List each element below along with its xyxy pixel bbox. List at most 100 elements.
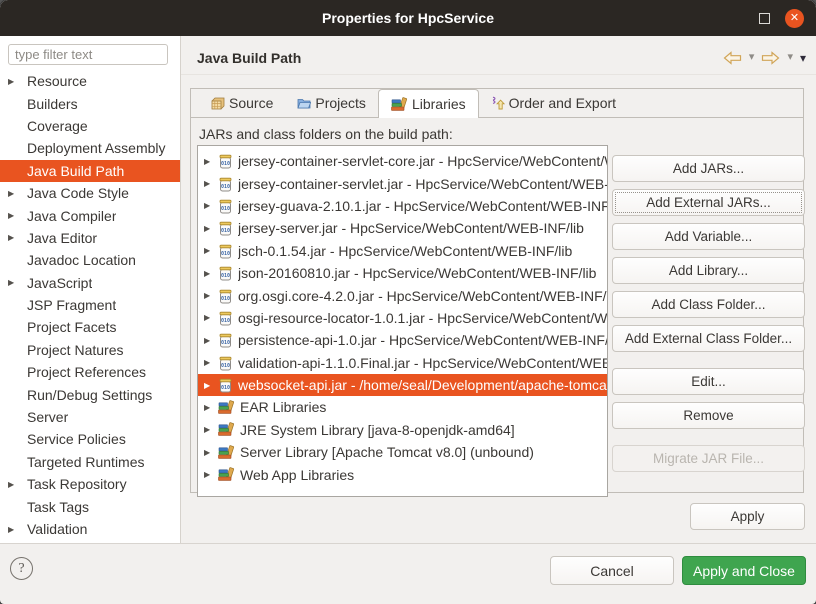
- side-button-column: Add JARs... Add External JARs... Add Varia…: [612, 155, 805, 479]
- apply-button[interactable]: Apply: [690, 503, 805, 530]
- jar-list-row[interactable]: ▶ Server Library [Apache Tomcat v8.0] (u…: [198, 441, 607, 463]
- jar-list-row[interactable]: ▶ EAR Libraries: [198, 396, 607, 418]
- forward-history-caret-icon[interactable]: ▾: [787, 52, 793, 63]
- filter-input[interactable]: [8, 44, 168, 65]
- sidebar-item-label: Server: [27, 409, 68, 425]
- expander-icon[interactable]: ▶: [204, 425, 218, 434]
- expander-icon[interactable]: ▶: [204, 291, 218, 300]
- forward-arrow-icon[interactable]: [761, 51, 780, 65]
- sidebar-item-java-compiler[interactable]: ▶ Java Compiler: [0, 204, 180, 226]
- migrate-jar-file-button[interactable]: Migrate JAR File...: [612, 445, 805, 472]
- sidebar-item-javadoc-location[interactable]: ▶ Javadoc Location: [0, 249, 180, 271]
- sidebar-item-project-references[interactable]: ▶ Project References: [0, 361, 180, 383]
- jar-list-row[interactable]: ▶ 010 jersey-container-servlet-core.jar …: [198, 150, 607, 172]
- expander-icon[interactable]: ▶: [8, 233, 27, 242]
- sidebar-item-project-facets[interactable]: ▶ Project Facets: [0, 316, 180, 338]
- tab-projects[interactable]: Projects: [285, 89, 378, 117]
- back-history-caret-icon[interactable]: ▾: [749, 52, 755, 63]
- jar-icon: 010: [218, 265, 233, 281]
- expander-icon[interactable]: ▶: [8, 525, 27, 534]
- jar-list-row[interactable]: ▶ 010 jersey-guava-2.10.1.jar - HpcServi…: [198, 195, 607, 217]
- edit-button[interactable]: Edit...: [612, 368, 805, 395]
- sidebar-item-task-repository[interactable]: ▶ Task Repository: [0, 473, 180, 495]
- add-jars-button[interactable]: Add JARs...: [612, 155, 805, 182]
- jar-list-row[interactable]: ▶ 010 websocket-api.jar - /home/seal/Dev…: [198, 374, 607, 396]
- expander-icon[interactable]: ▶: [8, 189, 27, 198]
- expander-icon[interactable]: ▶: [8, 211, 27, 220]
- sidebar-item-java-build-path[interactable]: ▶ Java Build Path: [0, 160, 180, 182]
- jar-list-row[interactable]: ▶ 010 persistence-api-1.0.jar - HpcServi…: [198, 329, 607, 351]
- add-class-folder-button[interactable]: Add Class Folder...: [612, 291, 805, 318]
- help-icon[interactable]: ?: [10, 557, 33, 580]
- sidebar-item-deployment-assembly[interactable]: ▶ Deployment Assembly: [0, 137, 180, 159]
- add-variable-button[interactable]: Add Variable...: [612, 223, 805, 250]
- jar-list-row[interactable]: ▶ 010 jersey-container-servlet.jar - Hpc…: [198, 172, 607, 194]
- expander-icon[interactable]: ▶: [204, 336, 218, 345]
- expander-icon[interactable]: ▶: [204, 269, 218, 278]
- apply-and-close-button[interactable]: Apply and Close: [682, 556, 806, 585]
- jar-list-row[interactable]: ▶ 010 jsch-0.1.54.jar - HpcService/WebCo…: [198, 240, 607, 262]
- sidebar-item-coverage[interactable]: ▶ Coverage: [0, 115, 180, 137]
- expander-icon[interactable]: ▶: [204, 470, 218, 479]
- expander-icon[interactable]: ▶: [204, 381, 218, 390]
- sidebar-item-label: Java Editor: [27, 230, 97, 246]
- jar-list[interactable]: ▶ 010 jersey-container-servlet-core.jar …: [197, 145, 608, 497]
- expander-icon[interactable]: ▶: [204, 201, 218, 210]
- close-icon[interactable]: ✕: [785, 9, 804, 28]
- jar-list-row[interactable]: ▶ 010 json-20160810.jar - HpcService/Web…: [198, 262, 607, 284]
- window-title: Properties for HpcService: [322, 10, 494, 26]
- sidebar-item-server[interactable]: ▶ Server: [0, 406, 180, 428]
- sidebar-item-resource[interactable]: ▶ Resource: [0, 70, 180, 92]
- tab-source[interactable]: Source: [199, 89, 285, 117]
- sidebar-item-targeted-runtimes[interactable]: ▶ Targeted Runtimes: [0, 451, 180, 473]
- page-title: Java Build Path: [197, 50, 301, 66]
- maximize-icon[interactable]: [759, 13, 770, 24]
- sidebar-item-validation[interactable]: ▶ Validation: [0, 518, 180, 540]
- jar-list-row[interactable]: ▶ 010 jersey-server.jar - HpcService/Web…: [198, 217, 607, 239]
- jar-list-row[interactable]: ▶ JRE System Library [java-8-openjdk-amd…: [198, 419, 607, 441]
- sidebar-item-java-code-style[interactable]: ▶ Java Code Style: [0, 182, 180, 204]
- expander-icon[interactable]: ▶: [204, 358, 218, 367]
- jar-list-row[interactable]: ▶ 010 org.osgi.core-4.2.0.jar - HpcServi…: [198, 284, 607, 306]
- expander-icon[interactable]: ▶: [204, 403, 218, 412]
- expander-icon[interactable]: ▶: [204, 157, 218, 166]
- library-icon: [218, 400, 235, 415]
- tab-label: Projects: [315, 95, 366, 111]
- expander-icon[interactable]: ▶: [204, 246, 218, 255]
- jar-list-row[interactable]: ▶ Web App Libraries: [198, 463, 607, 485]
- expander-icon[interactable]: ▶: [204, 448, 218, 457]
- header-separator: [181, 74, 816, 75]
- jar-entry-label: validation-api-1.1.0.Final.jar - HpcServ…: [238, 355, 607, 371]
- jar-entry-label: osgi-resource-locator-1.0.1.jar - HpcSer…: [238, 310, 607, 326]
- tab-order-and-export[interactable]: Order and Export: [479, 89, 628, 117]
- expander-icon[interactable]: ▶: [8, 480, 27, 489]
- back-arrow-icon[interactable]: [723, 51, 742, 65]
- sidebar-item-label: Javadoc Location: [27, 252, 136, 268]
- sidebar-item-java-editor[interactable]: ▶ Java Editor: [0, 227, 180, 249]
- expander-icon[interactable]: ▶: [204, 313, 218, 322]
- sidebar-item-run-debug-settings[interactable]: ▶ Run/Debug Settings: [0, 383, 180, 405]
- tab-libraries[interactable]: Libraries: [378, 89, 479, 118]
- cancel-button[interactable]: Cancel: [550, 556, 674, 585]
- expander-icon[interactable]: ▶: [8, 77, 27, 86]
- add-external-class-folder-button[interactable]: Add External Class Folder...: [612, 325, 805, 352]
- expander-icon[interactable]: ▶: [8, 278, 27, 287]
- sidebar-item-project-natures[interactable]: ▶ Project Natures: [0, 339, 180, 361]
- sidebar-item-task-tags[interactable]: ▶ Task Tags: [0, 495, 180, 517]
- sidebar-item-service-policies[interactable]: ▶ Service Policies: [0, 428, 180, 450]
- add-external-jars-button[interactable]: Add External JARs...: [612, 189, 805, 216]
- sidebar-item-builders[interactable]: ▶ Builders: [0, 92, 180, 114]
- jar-list-row[interactable]: ▶ 010 validation-api-1.1.0.Final.jar - H…: [198, 352, 607, 374]
- add-library-button[interactable]: Add Library...: [612, 257, 805, 284]
- view-menu-caret-icon[interactable]: ▾: [800, 52, 806, 64]
- svg-text:010: 010: [221, 318, 230, 324]
- sidebar-item-jsp-fragment[interactable]: ▶ JSP Fragment: [0, 294, 180, 316]
- jar-icon: 010: [218, 355, 233, 371]
- sidebar-item-javascript[interactable]: ▶ JavaScript: [0, 272, 180, 294]
- jar-entry-label: jersey-container-servlet-core.jar - HpcS…: [238, 153, 607, 169]
- remove-button[interactable]: Remove: [612, 402, 805, 429]
- expander-icon[interactable]: ▶: [204, 224, 218, 233]
- library-icon: [218, 445, 235, 460]
- expander-icon[interactable]: ▶: [204, 179, 218, 188]
- jar-list-row[interactable]: ▶ 010 osgi-resource-locator-1.0.1.jar - …: [198, 307, 607, 329]
